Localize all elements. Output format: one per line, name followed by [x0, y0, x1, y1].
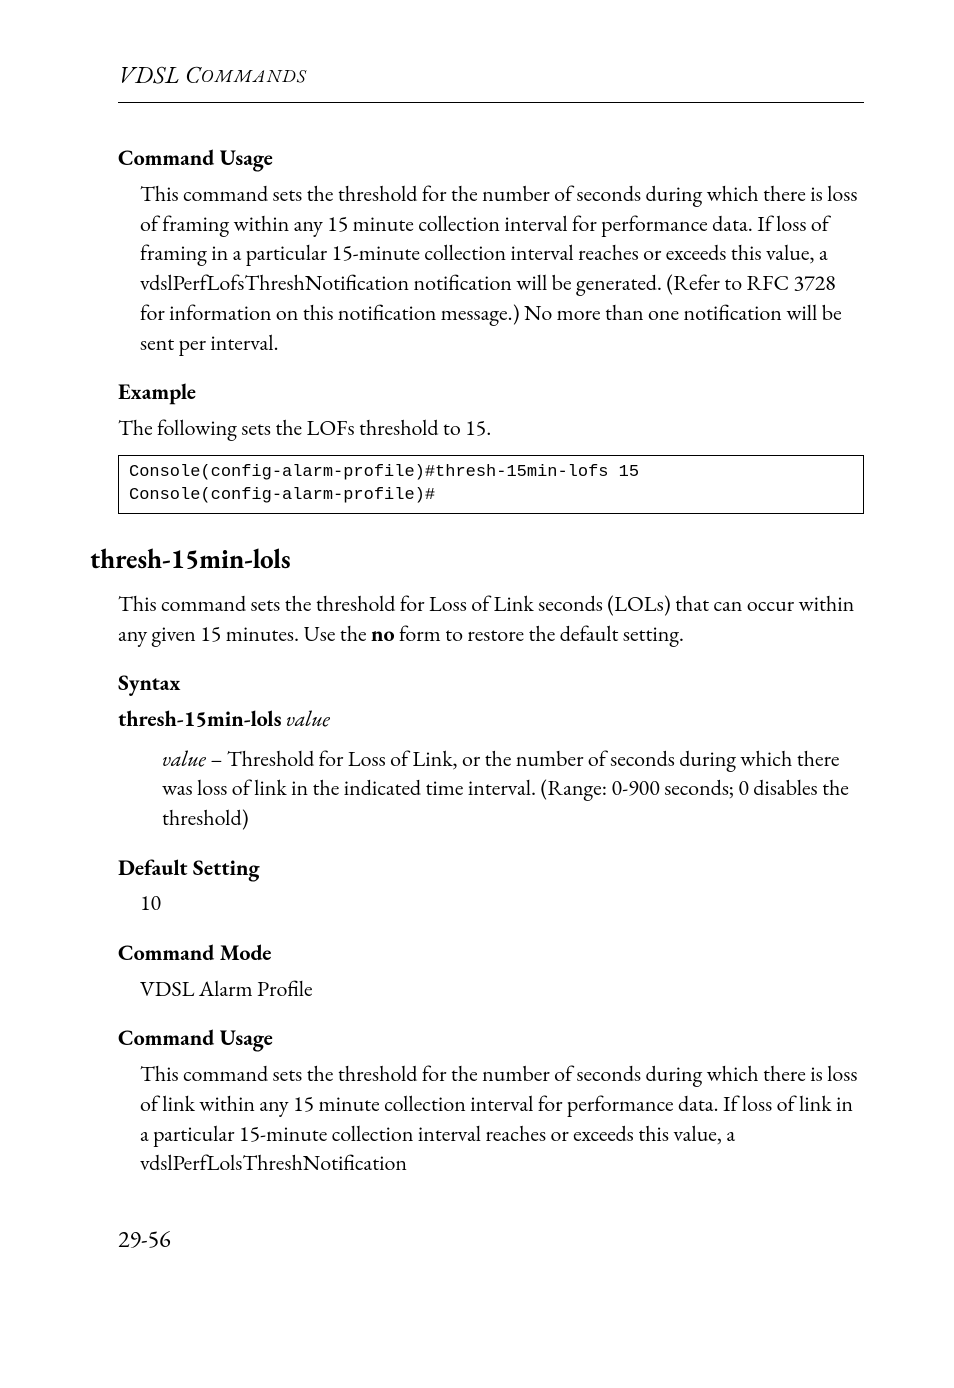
- value-desc: value – Threshold for Loss of Link, or t…: [162, 744, 864, 833]
- command-mode-value: VDSL Alarm Profile: [140, 974, 864, 1004]
- running-header-small: OMMANDS: [201, 65, 307, 88]
- running-header: VDSL COMMANDS: [118, 60, 864, 103]
- syntax-line: thresh-15min-lols value: [118, 704, 864, 734]
- value-term: value: [162, 744, 206, 773]
- intro-bold: no: [371, 619, 395, 648]
- command-usage-heading-2: Command Usage: [118, 1023, 864, 1053]
- default-setting-heading: Default Setting: [118, 853, 864, 883]
- syntax-arg: value: [286, 704, 330, 733]
- command-usage-heading-1: Command Usage: [118, 143, 864, 173]
- default-setting-value: 10: [140, 888, 864, 918]
- command-usage-text-2: This command sets the threshold for the …: [140, 1059, 864, 1178]
- syntax-heading: Syntax: [118, 668, 864, 698]
- syntax-cmd: thresh-15min-lols: [118, 704, 282, 733]
- running-header-main: VDSL C: [118, 60, 201, 91]
- intro-post: form to restore the default setting.: [395, 619, 684, 648]
- section-title: thresh-15min-lols: [90, 542, 864, 578]
- example-intro: The following sets the LOFs threshold to…: [118, 413, 864, 443]
- command-usage-text-1: This command sets the threshold for the …: [140, 179, 864, 357]
- command-mode-heading: Command Mode: [118, 938, 864, 968]
- example-heading: Example: [118, 377, 864, 407]
- code-block: Console(config-alarm-profile)#thresh-15m…: [118, 455, 864, 515]
- section-intro: This command sets the threshold for Loss…: [118, 589, 864, 648]
- page-number: 29-56: [118, 1224, 864, 1256]
- value-desc-text: – Threshold for Loss of Link, or the num…: [162, 744, 849, 832]
